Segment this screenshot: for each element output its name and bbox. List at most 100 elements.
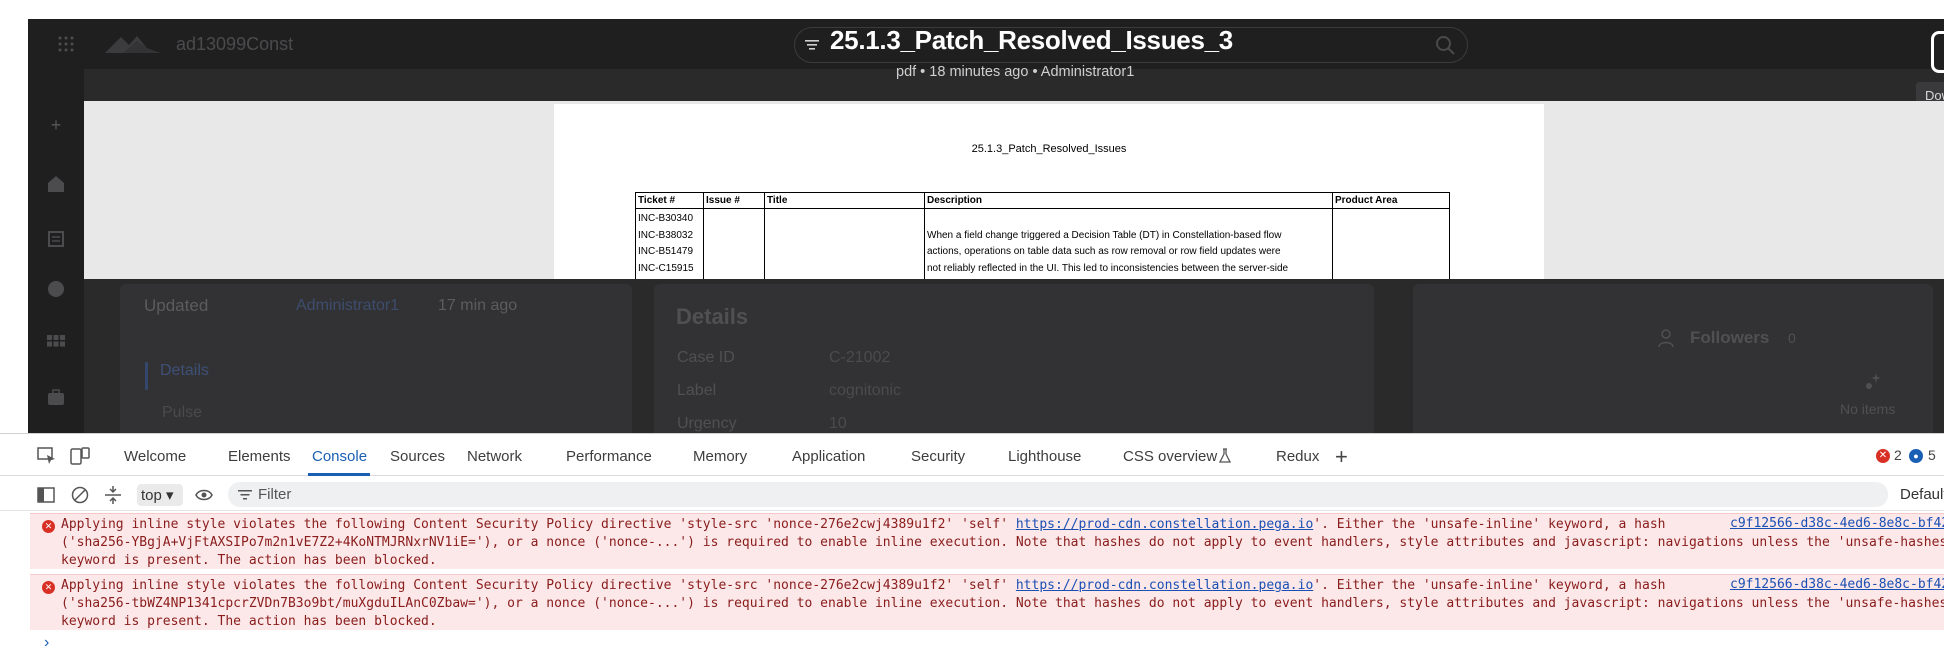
pdf-preview[interactable]: 25.1.3_Patch_Resolved_Issues Ticket # Is… [84,101,1944,279]
csp-link[interactable]: https://prod-cdn.constellation.pega.io [1016,578,1313,593]
group-similar-icon[interactable] [103,485,123,505]
error-text: Applying inline style violates the follo… [61,516,1944,569]
flask-icon [1219,448,1231,463]
download-button[interactable] [1931,31,1944,73]
sidebar-toggle-icon[interactable] [36,485,56,505]
error-text-line2: ('sha256-tbWZ4NP1341cpcrZVDn7B3o9bt/muXg… [61,596,1944,611]
left-navigation-rail: + [28,69,84,433]
tab-network[interactable]: Network [467,448,522,465]
active-tab-indicator [308,473,370,476]
message-count[interactable]: 5 [1928,447,1936,463]
error-text-line1-end: '. Either the 'unsafe-inline' keyword, a… [1313,578,1666,593]
cell-title [764,208,925,279]
pdf-page-title: 25.1.3_Patch_Resolved_Issues [971,143,1127,155]
document-icon[interactable] [46,229,66,249]
field-value-case-id: C-21002 [829,349,891,366]
tab-memory[interactable]: Memory [693,448,747,465]
error-text-line1: Applying inline style violates the follo… [61,578,1016,593]
live-expression-icon[interactable] [194,485,214,505]
tab-welcome[interactable]: Welcome [124,448,186,465]
cell-description: When a field change triggered a Decision… [924,208,1333,279]
tab-pulse[interactable]: Pulse [162,404,202,422]
app-header: ad13099Const 25.1.3_Patch_Resolved_Issue… [28,19,1944,108]
updated-time: 17 min ago [438,297,518,314]
tab-performance[interactable]: Performance [566,448,652,465]
cell-tickets: INC-B30340 INC-B38032 INC-B51479 INC-C15… [635,208,704,279]
col-description: Description [924,192,1333,209]
tab-security[interactable]: Security [911,448,965,465]
error-text-line3: keyword is present. The action has been … [61,553,437,568]
console-prompt-chevron-icon[interactable]: › [44,634,49,652]
message-badge-icon[interactable]: ● [1909,449,1923,463]
error-count[interactable]: 2 [1894,447,1902,463]
error-text-line2: ('sha256-YBgjA+VjFtAXSIPo7m2n1vE7Z2+4KoN… [61,535,1944,550]
filter-icon [238,490,252,500]
app-launcher-icon[interactable] [58,36,74,52]
error-text-line1-end: '. Either the 'unsafe-inline' keyword, a… [1313,517,1666,532]
pdf-table-header-row: Ticket # Issue # Title Description Produ… [635,192,1450,209]
cell-product-area [1332,208,1450,279]
col-issue: Issue # [703,192,765,209]
pdf-page: 25.1.3_Patch_Resolved_Issues Ticket # Is… [554,104,1544,279]
tab-console[interactable]: Console [312,448,367,465]
updated-user-link[interactable]: Administrator1 [296,297,399,315]
details-heading: Details [676,304,749,329]
error-text-line1: Applying inline style violates the follo… [61,517,1016,532]
chevron-down-icon: ▾ [166,487,174,504]
empty-state-icon [1866,373,1881,389]
apps-grid-icon[interactable] [46,334,66,354]
error-text-line3: keyword is present. The action has been … [61,614,437,629]
tab-lighthouse[interactable]: Lighthouse [1008,448,1081,465]
home-icon[interactable] [46,174,66,194]
device-toolbar-icon[interactable] [70,447,90,465]
field-value-label: cognitonic [829,382,902,399]
field-label-label: Label [677,382,717,399]
app-name: ad13099Const [176,34,294,54]
followers-icon [1658,329,1674,348]
field-value-urgency: 10 [829,415,847,432]
field-label-case-id: Case ID [677,349,735,366]
table-row: INC-B30340 INC-B38032 INC-B51479 INC-C15… [635,208,1450,279]
tab-application[interactable]: Application [792,448,865,465]
tab-css-overview[interactable]: CSS overview [1123,448,1217,465]
no-items-text: No items [1840,401,1896,417]
tab-elements[interactable]: Elements [228,448,291,465]
devtools-panel: Welcome Elements Console Sources Network… [0,433,1944,660]
followers-count: 0 [1788,330,1796,346]
col-title: Title [764,192,925,209]
details-panel [654,284,1374,433]
cell-issue [703,208,765,279]
col-product-area: Product Area [1332,192,1450,209]
console-error-message[interactable]: ✕ Applying inline style violates the fol… [30,574,1944,630]
csp-link[interactable]: https://prod-cdn.constellation.pega.io [1016,517,1313,532]
filter-input[interactable] [228,482,1888,507]
tab-sources[interactable]: Sources [390,448,445,465]
explore-icon[interactable] [46,279,66,299]
error-icon: ✕ [42,581,55,594]
context-value: top [141,487,162,504]
app-viewport: ad13099Const 25.1.3_Patch_Resolved_Issue… [28,19,1944,433]
error-badge-icon[interactable]: ✕ [1876,449,1890,463]
clear-console-icon[interactable] [70,485,90,505]
source-link[interactable]: c9f12566-d38c-4ed6-8e8c-bf42 [1724,516,1944,531]
briefcase-icon[interactable] [46,387,66,407]
tab-details[interactable]: Details [145,362,209,390]
context-select[interactable]: top ▾ [137,484,183,506]
pdf-issues-table: Ticket # Issue # Title Description Produ… [635,192,1450,279]
field-label-urgency: Urgency [677,415,737,432]
source-link[interactable]: c9f12566-d38c-4ed6-8e8c-bf42 [1724,577,1944,592]
brand-logo [105,36,161,53]
log-levels-dropdown[interactable]: Default levels [1900,486,1944,503]
col-ticket: Ticket # [635,192,704,209]
devtools-tabbar: Welcome Elements Console Sources Network… [0,434,1944,476]
search-icon[interactable] [1434,34,1456,56]
inspect-element-icon[interactable] [37,447,57,465]
filter-placeholder: Filter [258,486,292,503]
tab-redux[interactable]: Redux [1276,448,1319,465]
document-title: 25.1.3_Patch_Resolved_Issues_3 [830,25,1233,55]
followers-heading: Followers [1690,328,1770,347]
console-error-message[interactable]: ✕ Applying inline style violates the fol… [30,513,1944,569]
create-icon[interactable]: + [46,115,66,135]
document-meta: pdf • 18 minutes ago • Administrator1 [896,64,1135,80]
more-tabs-icon[interactable]: + [1335,444,1348,470]
